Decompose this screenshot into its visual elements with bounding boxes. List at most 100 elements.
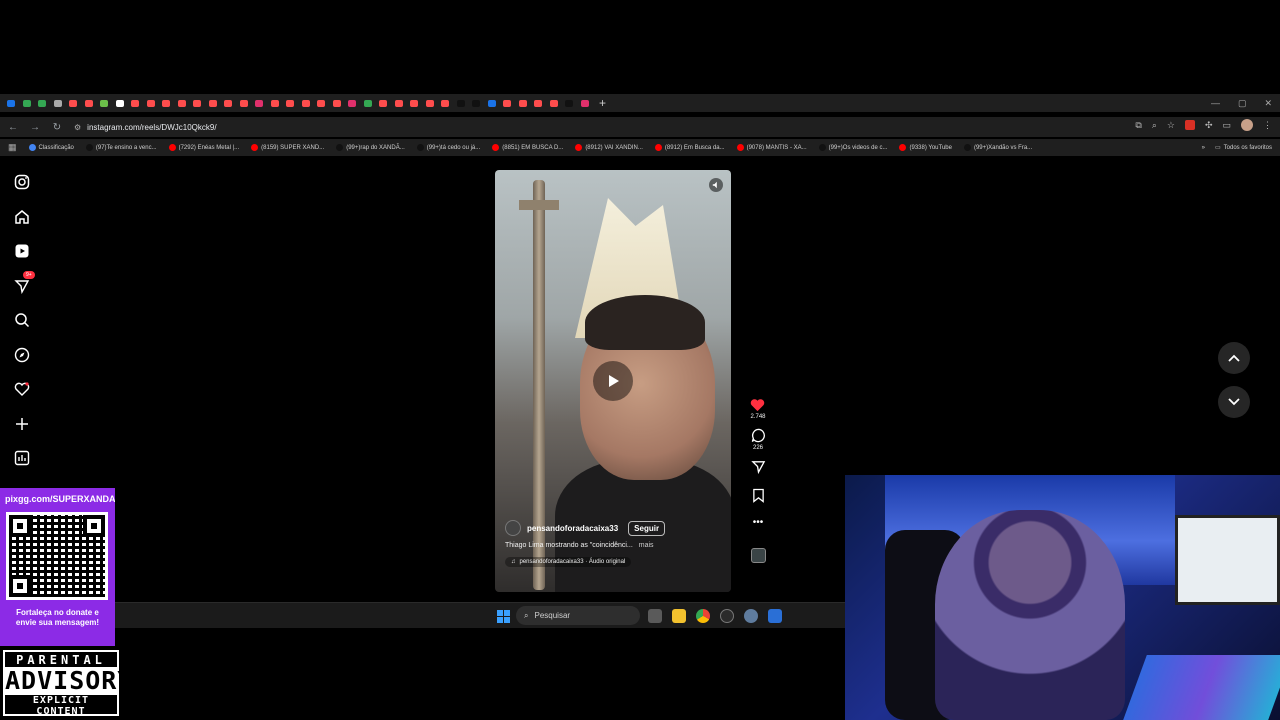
explore-icon[interactable]: [10, 343, 34, 367]
apps-grid-icon[interactable]: ▦: [8, 142, 17, 153]
bookmark-item[interactable]: (99+)Os videos de c...: [818, 144, 887, 151]
create-plus-icon[interactable]: [10, 412, 34, 436]
browser-tab[interactable]: [330, 97, 344, 109]
browser-tab[interactable]: [113, 97, 127, 109]
browser-tab[interactable]: [469, 97, 483, 109]
browser-tab[interactable]: [314, 97, 328, 109]
close-window-icon[interactable]: ✕: [1264, 98, 1272, 109]
instagram-logo-icon[interactable]: [10, 170, 34, 194]
play-button[interactable]: [593, 361, 633, 401]
menu-kebab-icon[interactable]: ⋮: [1263, 120, 1272, 131]
save-action[interactable]: [752, 488, 765, 503]
browser-tab[interactable]: [190, 97, 204, 109]
bookmark-item[interactable]: (9338) YouTube: [899, 144, 952, 151]
browser-tab[interactable]: [221, 97, 235, 109]
heart-icon[interactable]: [10, 377, 34, 401]
site-info-icon[interactable]: ⚙: [74, 123, 81, 132]
browser-tab[interactable]: [361, 97, 375, 109]
browser-tab[interactable]: [206, 97, 220, 109]
url-field[interactable]: ⚙ instagram.com/reels/DWJc10Qkck9/: [74, 123, 217, 132]
zoom-icon[interactable]: ⌕: [1152, 120, 1157, 131]
browser-tab[interactable]: [283, 97, 297, 109]
audio-link[interactable]: ♫ pensandoforadacaixa33 · Áudio original: [505, 557, 632, 567]
profile-avatar[interactable]: [1241, 119, 1253, 131]
follow-button[interactable]: Seguir: [628, 520, 666, 536]
audio-thumbnail[interactable]: [750, 548, 766, 563]
settings-gear-icon[interactable]: [744, 609, 758, 623]
extension-icon[interactable]: [1184, 120, 1195, 130]
browser-tab[interactable]: [4, 97, 18, 109]
browser-tab[interactable]: [159, 97, 173, 109]
file-explorer-icon[interactable]: [672, 609, 686, 623]
next-reel-button[interactable]: [1218, 386, 1250, 418]
browser-tab[interactable]: [128, 97, 142, 109]
browser-tab[interactable]: [299, 97, 313, 109]
bookmark-item[interactable]: (99+)Xandão vs Fra...: [963, 144, 1032, 151]
browser-tab[interactable]: [35, 97, 49, 109]
extensions-puzzle-icon[interactable]: ✣: [1205, 120, 1213, 131]
dashboard-icon[interactable]: [10, 446, 34, 470]
browser-tab[interactable]: [438, 97, 452, 109]
comment-action[interactable]: 226: [751, 428, 766, 451]
browser-tab[interactable]: [516, 97, 530, 109]
bookmark-star-icon[interactable]: ☆: [1167, 120, 1175, 131]
chrome-icon[interactable]: [696, 609, 710, 623]
steam-icon[interactable]: [768, 609, 782, 623]
browser-tab[interactable]: [237, 97, 251, 109]
browser-tab[interactable]: [20, 97, 34, 109]
like-action[interactable]: 2.748: [750, 398, 766, 420]
bookmark-item[interactable]: (8912) VAI XANDIN...: [575, 144, 643, 151]
bookmark-item[interactable]: (99+)tá cedo ou já...: [416, 144, 480, 151]
share-action[interactable]: [750, 459, 766, 474]
browser-tab[interactable]: [268, 97, 282, 109]
messages-icon[interactable]: 9+: [10, 270, 35, 298]
bookmark-item[interactable]: (8159) SUPER XAND...: [251, 144, 324, 151]
browser-tab[interactable]: [500, 97, 514, 109]
reels-icon[interactable]: [10, 239, 34, 263]
author-avatar[interactable]: [505, 520, 521, 536]
search-icon[interactable]: [10, 308, 34, 332]
install-icon[interactable]: ⧉: [1135, 120, 1141, 131]
windows-start-icon[interactable]: [497, 610, 510, 623]
bookmark-item[interactable]: (8912) Em Busca da...: [654, 144, 725, 151]
back-icon[interactable]: ←: [4, 118, 22, 136]
new-tab-button[interactable]: +: [599, 96, 606, 110]
bookmark-item[interactable]: (9078) MANTIS - XA...: [736, 144, 807, 151]
maximize-icon[interactable]: ▢: [1238, 98, 1247, 109]
bookmark-item[interactable]: Classificação: [28, 144, 74, 151]
browser-tab[interactable]: [376, 97, 390, 109]
browser-tab[interactable]: [423, 97, 437, 109]
author-name[interactable]: pensandoforadacaixa33: [527, 524, 618, 533]
obs-icon[interactable]: [720, 609, 734, 623]
browser-tab[interactable]: [454, 97, 468, 109]
more-action[interactable]: •••: [753, 517, 764, 528]
browser-tab[interactable]: [97, 97, 111, 109]
bookmark-item[interactable]: (97)Te ensino a venc...: [85, 144, 157, 151]
browser-tab[interactable]: [407, 97, 421, 109]
bookmark-item[interactable]: (7292) Enéas Metal |...: [168, 144, 239, 151]
sidebar-icon[interactable]: ▭: [1222, 120, 1231, 131]
bookmarks-overflow-icon[interactable]: »: [1202, 145, 1205, 151]
caption-more-link[interactable]: mais: [639, 542, 654, 549]
browser-tab[interactable]: [562, 97, 576, 109]
browser-tab[interactable]: [547, 97, 561, 109]
reload-icon[interactable]: ↻: [48, 118, 66, 136]
browser-tab[interactable]: [144, 97, 158, 109]
browser-tab[interactable]: [82, 97, 96, 109]
browser-tab[interactable]: [392, 97, 406, 109]
reel-video[interactable]: pensandoforadacaixa33 Seguir Thiago Lima…: [495, 170, 731, 592]
minimize-icon[interactable]: —: [1211, 98, 1220, 108]
all-bookmarks-folder[interactable]: ▭ Todos os favoritos: [1215, 144, 1272, 152]
bookmark-item[interactable]: (8851) EM BUSCA D...: [492, 144, 563, 151]
browser-tab[interactable]: [252, 97, 266, 109]
browser-tab[interactable]: [345, 97, 359, 109]
browser-tab[interactable]: [66, 97, 80, 109]
home-icon[interactable]: [10, 205, 34, 229]
browser-tab[interactable]: [51, 97, 65, 109]
browser-tab[interactable]: [175, 97, 189, 109]
task-view-icon[interactable]: [648, 609, 662, 623]
browser-tab[interactable]: [578, 97, 592, 109]
previous-reel-button[interactable]: [1218, 342, 1250, 374]
forward-icon[interactable]: →: [26, 118, 44, 136]
volume-icon[interactable]: [709, 178, 723, 192]
